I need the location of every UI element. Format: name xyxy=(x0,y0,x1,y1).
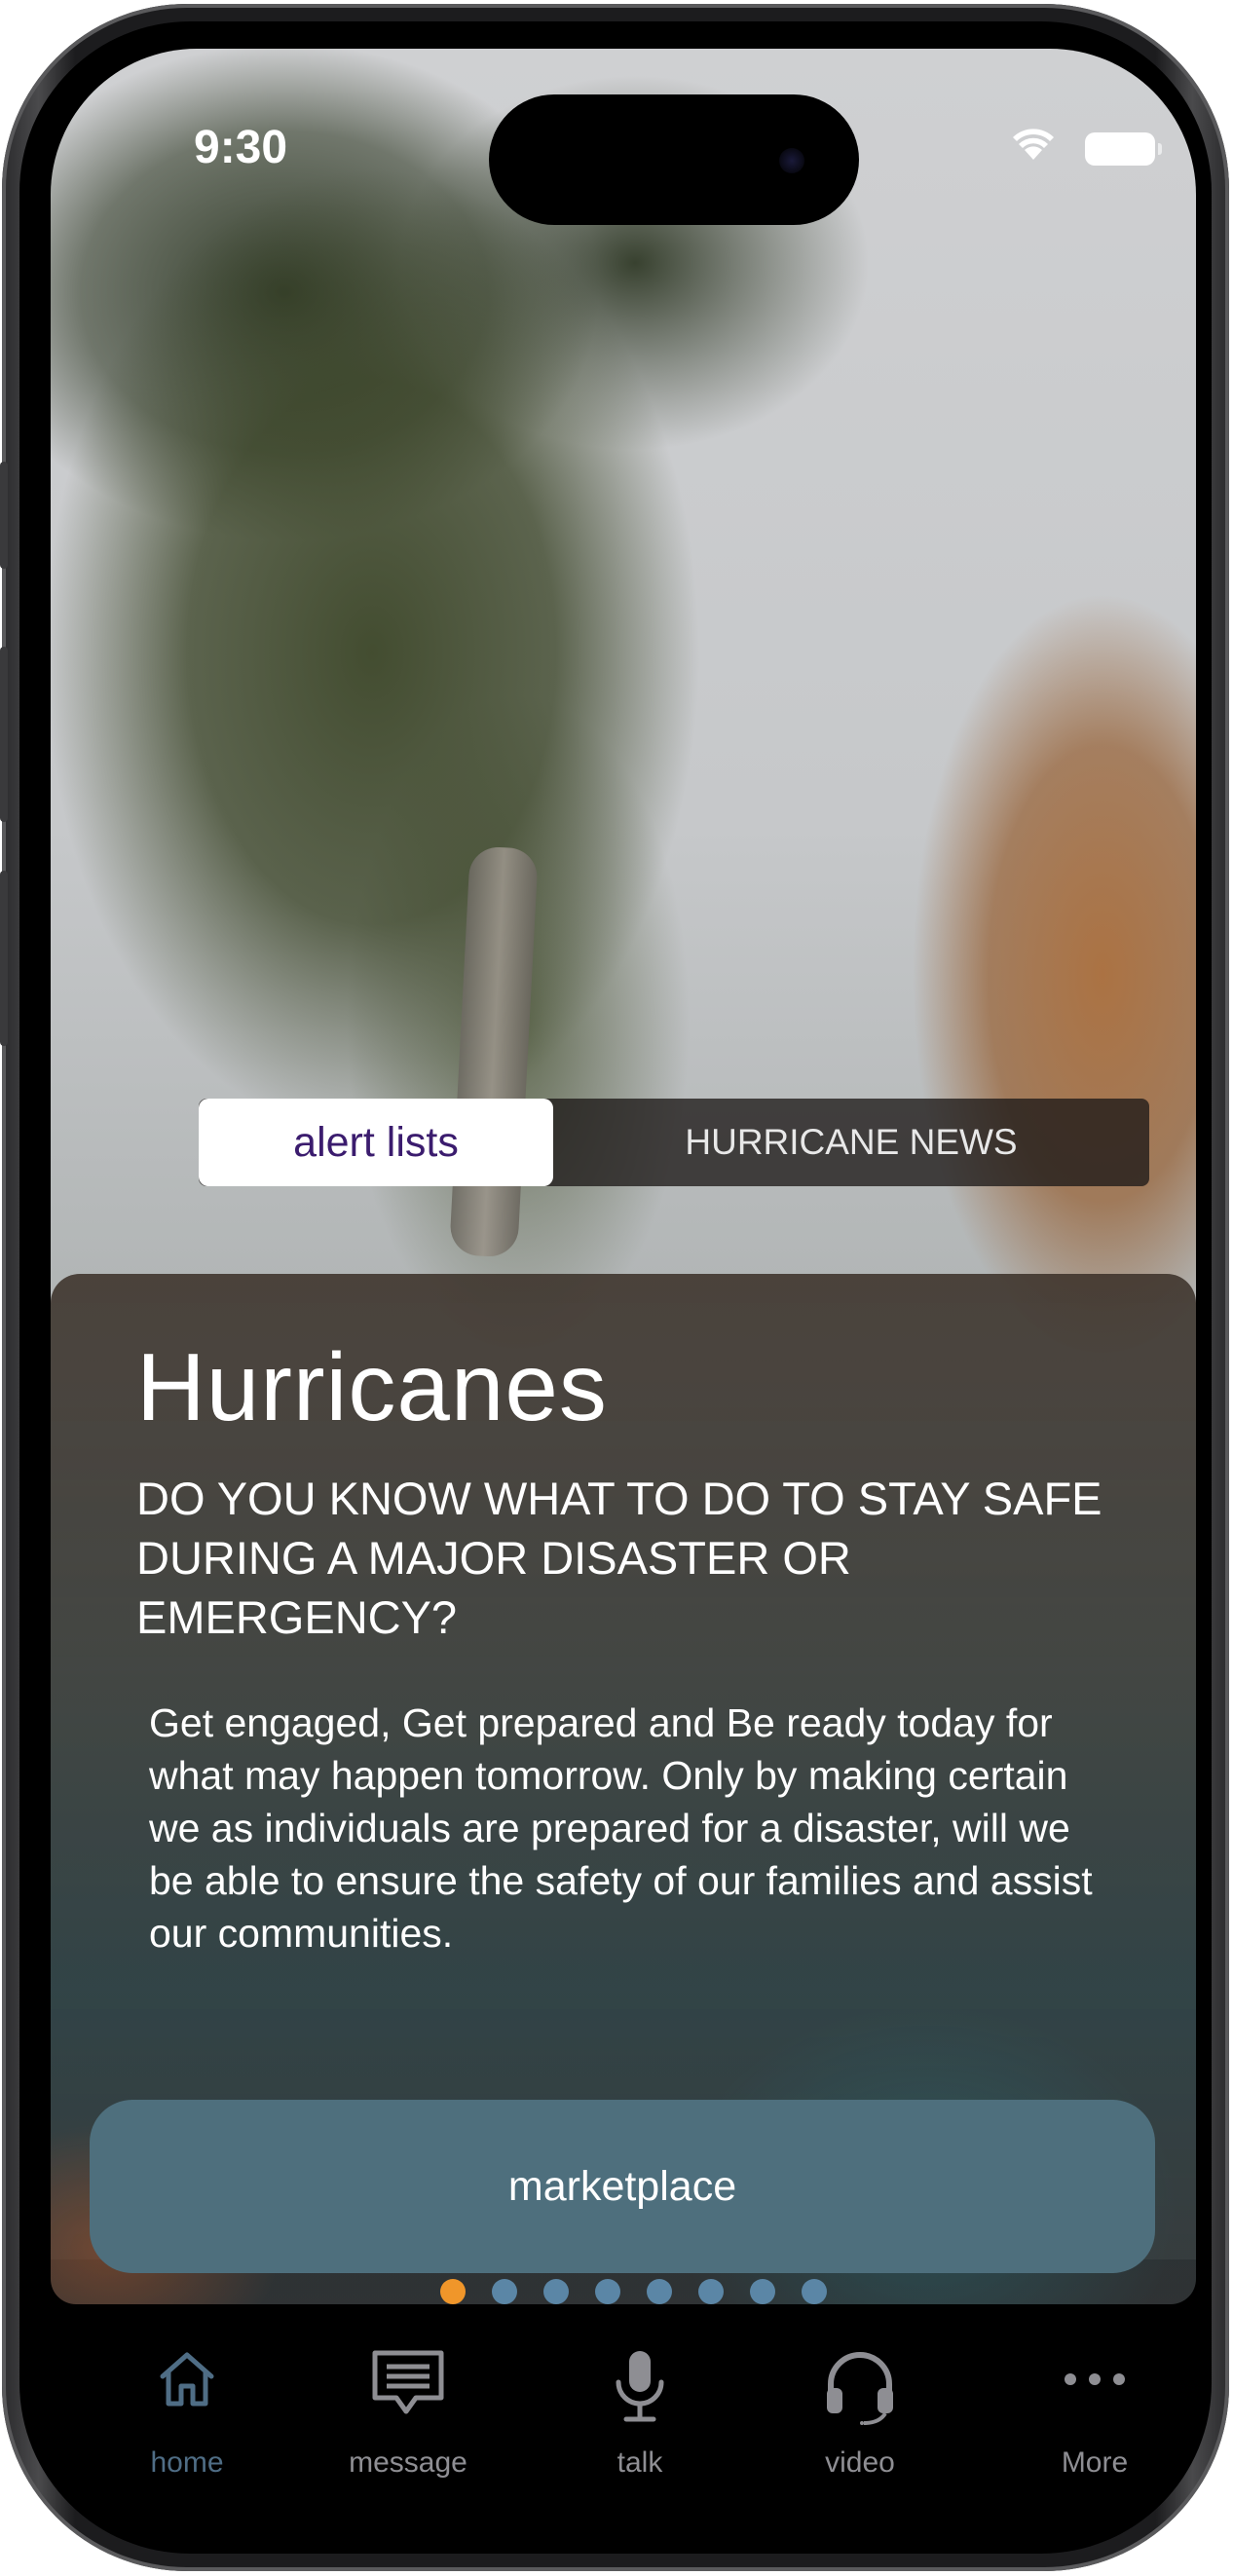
microphone-icon xyxy=(616,2351,664,2422)
page-indicator[interactable] xyxy=(51,2279,1196,2304)
home-icon xyxy=(160,2352,214,2407)
page-dot[interactable] xyxy=(440,2279,466,2304)
page-dot[interactable] xyxy=(647,2279,672,2304)
page-title: Hurricanes xyxy=(136,1333,608,1440)
tab-label-more: More xyxy=(1061,2446,1129,2479)
page-dot[interactable] xyxy=(698,2279,724,2304)
camera-icon xyxy=(779,148,804,173)
volume-up-button xyxy=(0,647,8,822)
action-button xyxy=(0,462,8,569)
screen: 9:30 alert lists HURRICANE NEWS Hurrican… xyxy=(51,49,1196,2522)
message-icon xyxy=(372,2350,444,2414)
tab-message[interactable]: message xyxy=(311,2337,505,2493)
wifi-icon xyxy=(1013,129,1054,160)
bottom-tab-bar: home message talk video More xyxy=(51,2337,1196,2522)
battery-icon xyxy=(1085,132,1162,166)
palm-trunk xyxy=(449,845,539,1258)
tab-talk[interactable]: talk xyxy=(542,2337,737,2493)
tab-label-video: video xyxy=(825,2446,895,2479)
segmented-tabs: alert lists HURRICANE NEWS xyxy=(199,1099,1149,1186)
headphones-icon xyxy=(827,2352,893,2425)
status-time: 9:30 xyxy=(194,122,288,173)
card-body-text: Get engaged, Get prepared and Be ready t… xyxy=(149,1700,1093,1956)
dynamic-island xyxy=(489,94,859,225)
tab-label-talk: talk xyxy=(616,2446,663,2479)
info-card: Hurricanes DO YOU KNOW WHAT TO DO TO STA… xyxy=(51,1274,1196,2304)
tab-alert-lists[interactable]: alert lists xyxy=(199,1099,553,1186)
page-dot[interactable] xyxy=(543,2279,569,2304)
tab-home[interactable]: home xyxy=(90,2337,284,2493)
page-dot[interactable] xyxy=(802,2279,827,2304)
volume-down-button xyxy=(0,871,8,1046)
tab-label-message: message xyxy=(349,2446,467,2479)
tab-hurricane-news[interactable]: HURRICANE NEWS xyxy=(553,1099,1149,1186)
page-dot[interactable] xyxy=(750,2279,775,2304)
page-dot[interactable] xyxy=(492,2279,517,2304)
more-icon xyxy=(1065,2373,1125,2385)
tab-label-home: home xyxy=(150,2446,224,2479)
marketplace-button[interactable]: marketplace xyxy=(90,2100,1155,2273)
page-dot[interactable] xyxy=(595,2279,620,2304)
tab-more[interactable]: More xyxy=(997,2337,1192,2493)
card-subtitle: DO YOU KNOW WHAT TO DO TO STAY SAFE DURI… xyxy=(136,1473,1102,1643)
tab-video[interactable]: video xyxy=(763,2337,957,2493)
